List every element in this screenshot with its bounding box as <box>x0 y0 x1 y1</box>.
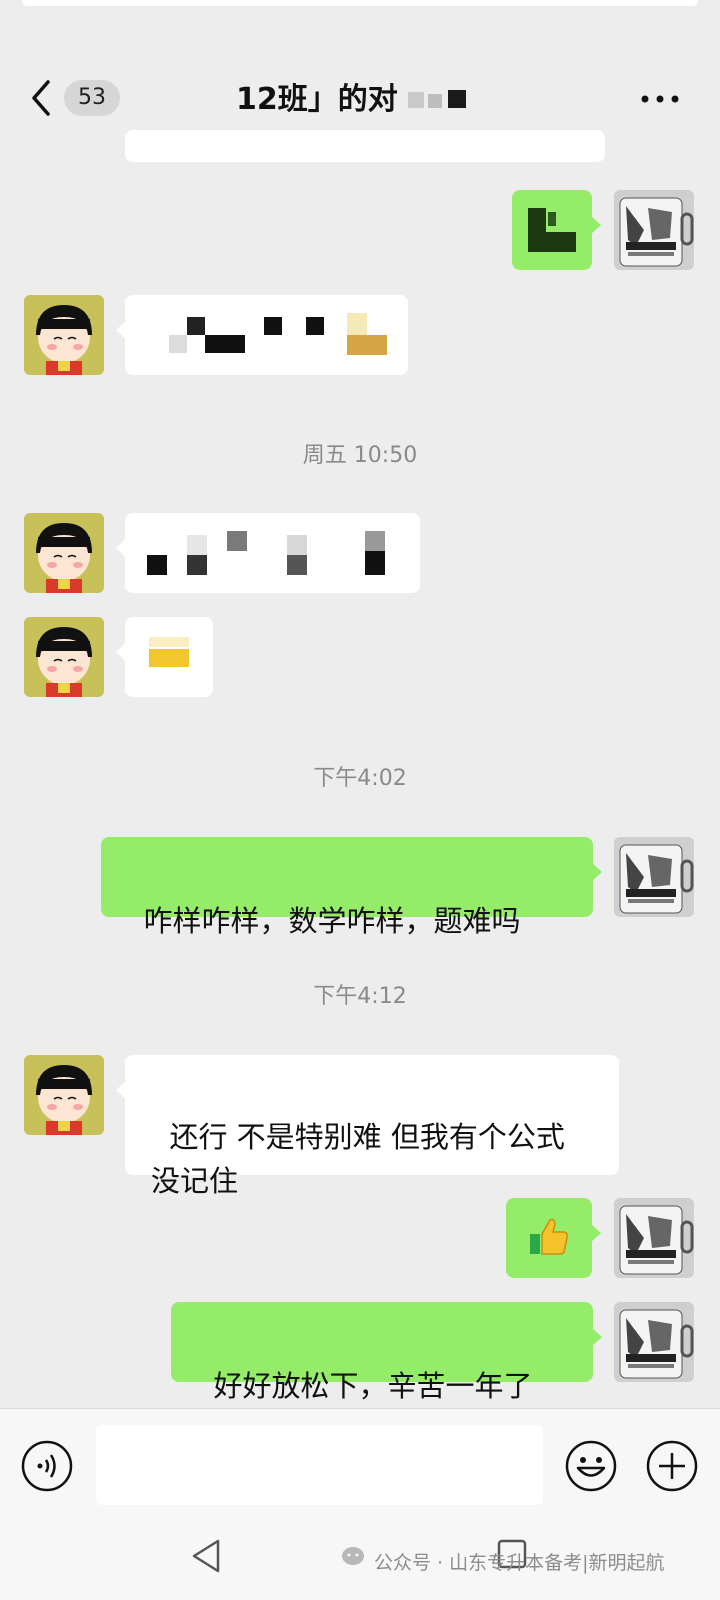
sticker-message-bubble[interactable] <box>512 190 601 270</box>
thumbs-up-icon <box>530 1218 568 1255</box>
cartoon-girl-avatar-icon <box>24 513 104 593</box>
outgoing-text-bubble[interactable]: 咋样咋样，数学咋样，题难吗 <box>101 837 602 938</box>
my-avatar[interactable] <box>614 190 694 270</box>
voice-input-icon[interactable] <box>20 1439 74 1493</box>
mug-photo-icon <box>614 1198 694 1278</box>
cartoon-girl-avatar-icon <box>24 1055 104 1135</box>
cut-off-message-bubble <box>125 130 605 162</box>
watermark-text: 公众号 · 山东专升本备考|新明起航 <box>374 1552 665 1574</box>
message-text-input[interactable] <box>96 1425 543 1505</box>
system-nav-bar: 公众号 · 山东专升本备考|新明起航 <box>0 1528 720 1600</box>
yellow-emoji-mosaic <box>149 637 189 667</box>
mug-photo-icon <box>614 1302 694 1382</box>
message-text: 咋样咋样，数学咋样，题难吗 <box>143 904 521 938</box>
title-redaction-mosaic <box>406 88 466 110</box>
message-text: 还行 不是特别难 但我有个公式 没记住 <box>151 1120 565 1198</box>
unread-count-badge[interactable]: 53 <box>64 80 120 116</box>
wechat-logo-icon <box>342 1547 364 1565</box>
timestamp: 下午4:12 <box>313 984 407 1009</box>
plus-circle-icon[interactable] <box>645 1439 699 1493</box>
chat-input-bar <box>0 1408 720 1529</box>
friend-avatar[interactable] <box>24 1055 104 1135</box>
redacted-message-bubble[interactable] <box>116 513 420 593</box>
timestamp: 周五 10:50 <box>302 443 418 468</box>
cartoon-girl-avatar-icon <box>24 617 104 697</box>
more-dots-icon[interactable] <box>640 94 680 104</box>
chat-title: 12班」的对 <box>236 82 398 117</box>
friend-avatar[interactable] <box>24 617 104 697</box>
emoji-smile-icon[interactable] <box>564 1439 618 1493</box>
timestamp: 下午4:02 <box>313 766 407 791</box>
green-sticker-mosaic <box>528 208 576 252</box>
friend-avatar[interactable] <box>24 295 104 375</box>
redacted-message-bubble[interactable] <box>116 295 408 375</box>
outgoing-text-bubble[interactable]: 好好放松下，辛苦一年了 <box>171 1302 602 1403</box>
emoji-message-bubble[interactable] <box>506 1198 601 1278</box>
mug-photo-icon <box>614 837 694 917</box>
incoming-text-bubble[interactable]: 还行 不是特别难 但我有个公式 没记住 <box>116 1055 619 1198</box>
redaction-mosaic <box>147 531 385 575</box>
chat-header: 53 12班」的对 <box>0 58 720 138</box>
emoji-message-bubble[interactable] <box>116 617 213 697</box>
mug-photo-icon <box>614 190 694 270</box>
chevron-left-icon[interactable] <box>28 78 54 118</box>
redaction-mosaic <box>169 313 387 355</box>
previous-message-strip <box>22 0 698 6</box>
triangle-back-icon[interactable] <box>190 1538 222 1574</box>
my-avatar[interactable] <box>614 1198 694 1278</box>
cartoon-girl-avatar-icon <box>24 295 104 375</box>
my-avatar[interactable] <box>614 1302 694 1382</box>
friend-avatar[interactable] <box>24 513 104 593</box>
message-text: 好好放松下，辛苦一年了 <box>213 1369 533 1403</box>
my-avatar[interactable] <box>614 837 694 917</box>
